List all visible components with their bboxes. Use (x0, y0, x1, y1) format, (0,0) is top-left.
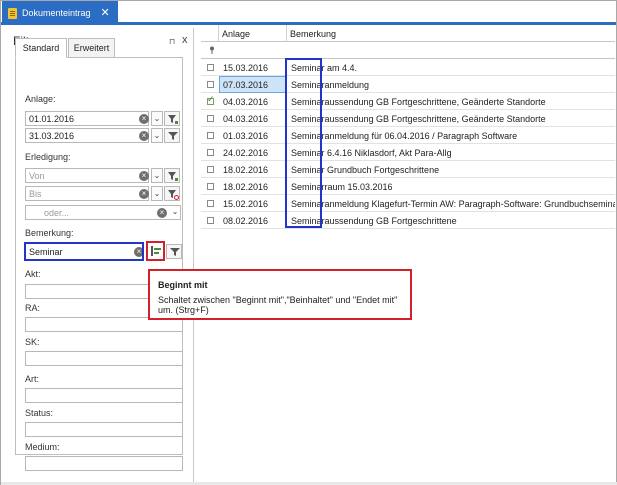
cell-anlage: 04.03.2016 (219, 110, 287, 127)
cell-anlage: 18.02.2016 (219, 178, 287, 195)
anlage-to-input[interactable]: 31.03.2016 (25, 128, 149, 143)
document-tab-label: Dokumenteintrag (22, 8, 91, 18)
cell-anlage: 01.03.2016 (219, 127, 287, 144)
tooltip: Beginnt mit Schaltet zwischen "Beginnt m… (148, 269, 412, 320)
document-icon (8, 7, 17, 19)
row-checkbox[interactable] (207, 217, 214, 224)
header-anlage[interactable]: Anlage (219, 25, 287, 42)
row-checkbox[interactable] (207, 94, 215, 105)
title-bar: Dokumenteintrag ✕ (1, 1, 616, 25)
cell-bemerkung: Seminarraum 15.03.2016 (291, 181, 393, 192)
cell-anlage: 15.02.2016 (219, 195, 287, 212)
funnel-icon[interactable] (164, 128, 180, 143)
filter-tabs: Standard Erweitert (15, 38, 183, 58)
bemerkung-label: Bemerkung: (25, 228, 74, 238)
mode-button-highlight (146, 241, 165, 261)
table-row[interactable]: 18.02.2016 Seminarraum 15.03.2016 (201, 178, 615, 195)
grid-header: Anlage Bemerkung (201, 25, 615, 42)
clear-anlage-to-icon[interactable]: × (139, 131, 149, 141)
row-checkbox[interactable] (207, 115, 214, 122)
sk-input[interactable] (25, 351, 183, 366)
cell-anlage: 18.02.2016 (219, 161, 287, 178)
anlage-from-input[interactable]: 01.01.2016 (25, 111, 149, 126)
row-checkbox[interactable] (207, 81, 214, 88)
cell-anlage: 08.02.2016 (219, 212, 287, 229)
row-checkbox[interactable] (207, 200, 214, 207)
document-tab[interactable]: Dokumenteintrag ✕ (2, 1, 118, 25)
header-bemerkung[interactable]: Bemerkung (287, 25, 615, 42)
medium-input[interactable] (25, 456, 183, 471)
table-row[interactable]: 07.03.2016 Seminaranmeldung (201, 76, 615, 93)
cell-anlage: 15.03.2016 (219, 59, 287, 76)
cell-anlage: 04.03.2016 (219, 93, 287, 110)
cell-anlage: 07.03.2016 (219, 76, 287, 93)
seminar-column-highlight (285, 58, 322, 228)
row-checkbox[interactable] (207, 132, 214, 139)
bis-input[interactable]: Bis (25, 186, 149, 201)
art-label: Art: (25, 374, 40, 384)
tab-standard[interactable]: Standard (15, 38, 67, 58)
cell-bemerkung: Seminaranmeldung (291, 79, 370, 90)
anlage-from-dropdown-icon[interactable]: ⌄ (151, 111, 163, 126)
von-input[interactable]: Von (25, 168, 149, 183)
table-row[interactable]: 18.02.2016 Seminar Grundbuch Fortgeschrit… (201, 161, 615, 178)
bis-dropdown-icon[interactable]: ⌄ (151, 186, 163, 201)
close-tab-icon[interactable]: ✕ (101, 7, 110, 19)
table-row[interactable]: 08.02.2016 Seminaraussendung GB Fortgesch… (201, 212, 615, 229)
cell-bemerkung: Seminaranmeldung Klagefurt-Termin AW: Pa… (291, 198, 615, 209)
sk-label: SK: (25, 337, 40, 347)
cell-bemerkung: Seminaraussendung GB Fortgeschrittene (291, 215, 457, 226)
status-input[interactable] (25, 422, 183, 437)
status-label: Status: (25, 408, 54, 418)
ra-label: RA: (25, 303, 41, 313)
clear-bis-icon[interactable]: × (139, 189, 149, 199)
filter-mode-icon[interactable] (164, 111, 180, 126)
bemerkung-highlight (24, 242, 144, 261)
cell-bemerkung: Seminar am 4.4. (291, 62, 358, 73)
row-checkbox[interactable] (207, 183, 214, 190)
table-row[interactable]: 04.03.2016 Seminaraussendung GB Fortgesch… (201, 93, 615, 110)
clear-oder-icon[interactable]: × (157, 208, 167, 218)
app-window: Dokumenteintrag ✕ Filter ⊓ x Standard Er… (0, 0, 617, 485)
header-indicator (201, 25, 219, 42)
tab-erweitert[interactable]: Erweitert (68, 38, 115, 58)
table-row[interactable]: 15.03.2016 Seminar am 4.4. (201, 59, 615, 76)
pin-icon (209, 46, 215, 56)
row-checkbox[interactable] (207, 64, 214, 71)
table-row[interactable]: 15.02.2016 Seminaranmeldung Klagefurt-Ter… (201, 195, 615, 212)
cell-bemerkung: Seminar Grundbuch Fortgeschrittene (291, 164, 440, 175)
art-input[interactable] (25, 388, 183, 403)
filter-mode-icon[interactable] (164, 168, 180, 183)
auto-filter-row[interactable] (201, 43, 615, 59)
cell-anlage: 24.02.2016 (219, 144, 287, 161)
anlage-label: Anlage: (25, 94, 56, 104)
document-grid: Anlage Bemerkung 15.03.2016 Seminar am 4.… (201, 25, 615, 480)
cell-bemerkung: Seminaranmeldung für 06.04.2016 / Paragr… (291, 130, 518, 141)
anlage-to-dropdown-icon[interactable]: ⌄ (151, 128, 163, 143)
oder-dropdown-icon[interactable]: ⌄ (169, 205, 181, 220)
akt-label: Akt: (25, 269, 41, 279)
von-dropdown-icon[interactable]: ⌄ (151, 168, 163, 183)
funnel-exclude-icon[interactable] (164, 186, 180, 201)
cell-bemerkung: Seminaraussendung GB Fortgeschrittene, G… (291, 113, 546, 124)
cell-bemerkung: Seminaraussendung GB Fortgeschrittene, G… (291, 96, 546, 107)
clear-von-icon[interactable]: × (139, 171, 149, 181)
cell-bemerkung: Seminar 6.4.16 Niklasdorf, Akt Para-Allg (291, 147, 452, 158)
clear-anlage-from-icon[interactable]: × (139, 114, 149, 124)
table-row[interactable]: 01.03.2016 Seminaranmeldung für 06.04.201… (201, 127, 615, 144)
medium-label: Medium: (25, 442, 60, 452)
tooltip-body: Schaltet zwischen "Beginnt mit","Beinhal… (158, 295, 398, 315)
row-checkbox[interactable] (207, 166, 214, 173)
table-row[interactable]: 04.03.2016 Seminaraussendung GB Fortgesch… (201, 110, 615, 127)
funnel-icon[interactable] (166, 244, 182, 259)
erledigung-label: Erledigung: (25, 152, 71, 162)
tooltip-title: Beginnt mit (158, 280, 208, 290)
row-checkbox[interactable] (207, 149, 214, 156)
table-row[interactable]: 24.02.2016 Seminar 6.4.16 Niklasdorf, Akt… (201, 144, 615, 161)
